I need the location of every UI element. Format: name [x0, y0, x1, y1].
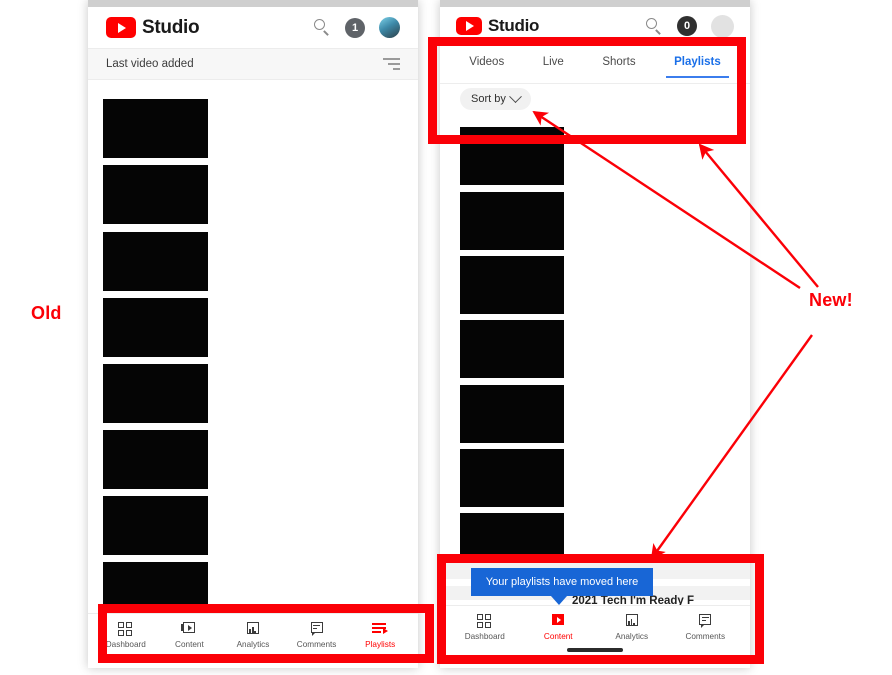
sort-lines-icon[interactable] — [382, 58, 400, 70]
redacted-playlist-block — [460, 256, 564, 314]
redacted-playlist-block — [460, 320, 564, 378]
youtube-play-icon — [456, 17, 482, 35]
annotation-box-new-tabs — [428, 37, 746, 144]
phone-top-bezel — [88, 0, 418, 7]
search-icon[interactable] — [646, 17, 663, 35]
old-notification-badge[interactable]: 1 — [345, 17, 365, 38]
new-studio-logo: Studio — [456, 16, 539, 36]
new-header-actions: 0 — [646, 14, 734, 38]
redacted-playlist-block — [460, 192, 564, 250]
redacted-content-block — [103, 232, 208, 291]
old-header-actions: 1 — [314, 17, 400, 38]
redacted-content-block — [103, 99, 208, 158]
redacted-playlist-block — [460, 385, 564, 443]
redacted-content-block — [103, 496, 208, 555]
redacted-content-block — [103, 298, 208, 357]
old-studio-header: Studio 1 — [88, 7, 418, 48]
annotation-box-new-nav — [437, 554, 764, 664]
old-app-name: Studio — [142, 16, 200, 38]
redacted-content-block — [103, 364, 208, 423]
old-studio-logo: Studio — [106, 16, 200, 39]
redacted-content-block — [103, 165, 208, 224]
phone-top-bezel — [440, 0, 750, 7]
avatar[interactable] — [379, 17, 400, 38]
old-annotation-label: Old — [31, 303, 62, 323]
screenshot-canvas: Studio 1 Last video added Dashboard Cont… — [0, 0, 892, 675]
new-app-name: Studio — [488, 16, 540, 35]
new-notification-badge[interactable]: 0 — [677, 16, 697, 36]
old-phone-mockup: Studio 1 Last video added Dashboard Cont… — [88, 0, 418, 668]
youtube-play-icon — [106, 17, 136, 38]
old-subbar-label: Last video added — [106, 58, 194, 70]
redacted-content-block — [103, 430, 208, 489]
old-last-video-added-bar[interactable]: Last video added — [88, 48, 418, 80]
annotation-box-old-nav — [98, 604, 434, 663]
search-icon[interactable] — [314, 19, 331, 36]
new-annotation-label: New! — [809, 290, 853, 310]
redacted-playlist-block — [460, 449, 564, 507]
avatar[interactable] — [711, 14, 734, 38]
